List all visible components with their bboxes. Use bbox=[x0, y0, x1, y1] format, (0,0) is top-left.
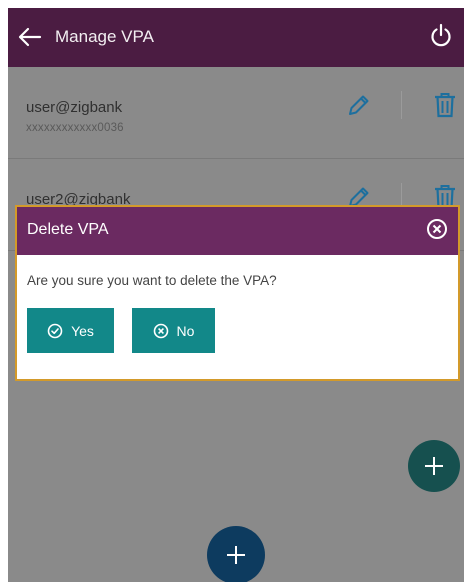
dialog-header: Delete VPA bbox=[17, 207, 458, 255]
top-app-bar: Manage VPA bbox=[8, 8, 464, 67]
add-button-teal[interactable] bbox=[408, 440, 460, 492]
dialog-title: Delete VPA bbox=[27, 221, 109, 238]
no-button[interactable]: No bbox=[132, 308, 215, 353]
arrow-left-icon bbox=[18, 27, 42, 47]
delete-vpa-button[interactable] bbox=[433, 91, 457, 119]
plus-icon bbox=[227, 546, 245, 564]
dialog-message: Are you sure you want to delete the VPA? bbox=[27, 273, 277, 288]
check-circle-icon bbox=[47, 323, 63, 338]
action-divider bbox=[401, 91, 402, 119]
yes-button[interactable]: Yes bbox=[27, 308, 114, 353]
vpa-address: user@zigbank bbox=[26, 99, 123, 116]
close-circle-icon bbox=[153, 323, 168, 338]
vpa-list-item: user@zigbank xxxxxxxxxxxx0036 bbox=[8, 67, 464, 159]
close-circle-icon bbox=[427, 219, 447, 239]
pencil-icon bbox=[349, 95, 369, 115]
linked-account-number: xxxxxxxxxxxx0036 bbox=[26, 122, 124, 134]
trash-icon bbox=[435, 93, 455, 118]
dialog-close-button[interactable] bbox=[426, 218, 448, 240]
logout-button[interactable] bbox=[428, 22, 454, 50]
no-button-label: No bbox=[176, 322, 195, 339]
edit-vpa-button[interactable] bbox=[346, 92, 372, 118]
plus-icon bbox=[425, 457, 443, 475]
add-vpa-button[interactable] bbox=[207, 526, 265, 582]
delete-vpa-dialog: Delete VPA Are you sure you want to dele… bbox=[15, 205, 460, 381]
back-button[interactable] bbox=[16, 24, 44, 50]
yes-button-label: Yes bbox=[71, 322, 94, 339]
page-title: Manage VPA bbox=[55, 27, 154, 46]
power-icon bbox=[431, 23, 451, 47]
